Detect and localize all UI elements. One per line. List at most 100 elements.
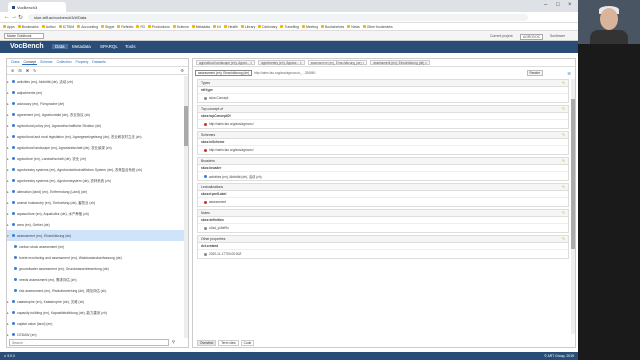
tree-node[interactable]: ▸ agricultural landscape (en), Agrarlands… [7, 142, 188, 153]
bookmark-item[interactable]: Apps [3, 25, 15, 29]
left-tab-scheme[interactable]: Scheme [39, 60, 53, 65]
nav-tools[interactable]: Tools [125, 44, 136, 49]
tree-node[interactable]: ▸ agricultural policy (en), Agrarwirtscha… [7, 120, 188, 131]
tree-node[interactable]: ▸ area (en), Gebiet (de) [7, 219, 188, 230]
bookmark-item[interactable]: Science [172, 25, 189, 29]
property-value[interactable]: http://aims.fao.org/aos/agrovoc/ [198, 146, 568, 154]
search-icon[interactable]: ⚲ [172, 339, 175, 344]
bookmark-item[interactable]: Travelling [280, 25, 299, 29]
tree-node[interactable]: ▸ agriculture (en), Landwirtschaft (de), … [7, 153, 188, 164]
delete-icon[interactable]: ✖ [26, 68, 29, 73]
bookmark-item[interactable]: Health [224, 25, 238, 29]
property-name[interactable]: skos:inScheme [198, 139, 568, 146]
forward-icon[interactable]: → [11, 14, 17, 20]
right-scrollbar[interactable] [571, 79, 575, 334]
left-tab-concept[interactable]: Concept [22, 60, 38, 65]
section-header[interactable]: Other properties ✎ [198, 236, 568, 243]
bookmark-item[interactable]: Bookshelves [321, 25, 344, 29]
tree-node[interactable]: forest monitoring and assessment (en), W… [7, 252, 188, 263]
section-header[interactable]: Lexicalizations ✎ [198, 184, 568, 191]
left-tab-property[interactable]: Property [74, 60, 89, 65]
property-name[interactable]: dct:created [198, 243, 568, 250]
tree-node[interactable]: ▸ agreement (en), Agrarkontakt (de), 农业协议… [7, 109, 188, 120]
close-tab-icon[interactable]: × [362, 61, 364, 65]
tree-node[interactable]: ▸ agroforestry systems (en), Agroforstwir… [7, 164, 188, 175]
section-header[interactable]: Top concept of ✎ [198, 106, 568, 113]
view-tab-term-view[interactable]: Term view [218, 340, 239, 346]
add-value-icon[interactable]: ✎ [562, 211, 565, 215]
section-header[interactable]: Notes ✎ [198, 210, 568, 217]
property-value[interactable]: 2020-11-17T00:00:00Z [198, 250, 568, 258]
resource-tab[interactable]: agroforestry (en), Agrarw... × [258, 60, 305, 65]
resource-tab[interactable]: agricultural landscape (en), Agrarl... × [196, 60, 256, 65]
tree-node[interactable]: ▸ alienation (land) (en), Entfremdung (La… [7, 186, 188, 197]
nav-data[interactable]: Data [52, 44, 68, 49]
add-value-icon[interactable]: ✎ [562, 159, 565, 163]
close-tab-icon[interactable]: × [424, 61, 427, 65]
section-header[interactable]: Types ✎ [198, 80, 568, 87]
nav-sparql[interactable]: SPARQL [100, 44, 118, 49]
close-tab-icon[interactable]: × [299, 61, 302, 65]
bookmark-item[interactable]: Productions [147, 25, 170, 29]
add-value-icon[interactable]: ✎ [562, 133, 565, 137]
url-input[interactable]: sloe.aiff.ac/vocbench3/#/Data [28, 14, 528, 21]
property-value[interactable]: c2ad_yc6ef9u [198, 224, 568, 232]
maximize-icon[interactable]: □ [556, 2, 560, 8]
tree-node[interactable]: ▸ catastrophe (en), Katastrophe (de), 灾难 … [7, 296, 188, 307]
right-scroll-thumb[interactable] [571, 99, 575, 249]
view-tab-overview[interactable]: Overview [197, 340, 217, 346]
project-select[interactable]: Maize Goldbook [4, 33, 44, 39]
section-header[interactable]: Schemes ✎ [198, 132, 568, 139]
tree-node[interactable]: ▸ CEDAW (en) [7, 329, 188, 338]
tree-node[interactable]: ▸ agricultural and rural legislation (en)… [7, 131, 188, 142]
bookmark-item[interactable]: Meeting [301, 25, 318, 29]
tree-node[interactable]: carbon stock assessment (en) [7, 241, 188, 252]
current-project-select[interactable]: AGROVOC [520, 34, 544, 40]
tree-node[interactable]: groundwater assessment (en), Grundwasser… [7, 263, 188, 274]
left-tab-datasets[interactable]: Datasets [91, 60, 106, 65]
property-value[interactable]: activities (en), Aktivität (de), 活动 (zh) [198, 172, 568, 180]
brand-logo[interactable]: VocBench [10, 43, 44, 50]
minimize-icon[interactable]: – [544, 2, 547, 8]
refresh-icon[interactable]: ↻ [33, 68, 36, 73]
bookmark-item[interactable]: HJ [212, 25, 221, 29]
settings-icon[interactable]: ⚙ [180, 68, 184, 73]
tree-node[interactable]: risk assessment (en), Risikobewertung (d… [7, 285, 188, 296]
close-tab-icon[interactable]: × [249, 61, 252, 65]
reload-icon[interactable]: ↻ [18, 14, 23, 21]
back-icon[interactable]: ← [4, 14, 10, 20]
bookmark-item[interactable]: Other bookmarks [362, 25, 393, 29]
bookmark-item[interactable]: Library [240, 25, 255, 29]
bookmark-item[interactable]: Accounting [77, 25, 98, 29]
left-tab-class[interactable]: Class [10, 60, 20, 65]
tree-node[interactable]: needs assessment (en), 需求评估 (zh) [7, 274, 188, 285]
property-name[interactable]: skos:definition [198, 217, 568, 224]
close-icon[interactable]: × [568, 2, 572, 8]
property-name[interactable]: rdf:type [198, 87, 568, 94]
tree-node[interactable]: ▸ aquaculture (en), Aquakultur (de), 水产养殖… [7, 208, 188, 219]
bookmark-item[interactable]: Author [41, 25, 56, 29]
add-value-icon[interactable]: ✎ [562, 107, 565, 111]
property-name[interactable]: skos:topConceptOf [198, 113, 568, 120]
bookmark-item[interactable]: Skype [100, 25, 114, 29]
bookmark-item[interactable]: Dictionary [258, 25, 277, 29]
bookmark-item[interactable]: Bookmarks [17, 25, 39, 29]
tree-node[interactable]: ▸ agroforestry systems (en), Agroforstsys… [7, 175, 188, 186]
resource-tab[interactable]: assessment (en), Einschätzung (de) × [307, 60, 368, 65]
tree-node[interactable]: ▸ capital value (land) (en) [7, 318, 188, 329]
bookmark-item[interactable]: ICTSIM [58, 25, 74, 29]
add-value-icon[interactable]: ✎ [562, 237, 565, 241]
add-value-icon[interactable]: ✎ [562, 185, 565, 189]
add-value-icon[interactable]: ✎ [562, 81, 565, 85]
tree-node[interactable]: ▸ adjustments (en) [7, 87, 188, 98]
resource-tab[interactable]: assessment (en), Einschätzung (de) × [370, 60, 431, 65]
property-value[interactable]: http://aims.fao.org/aos/agrovoc/ [198, 120, 568, 128]
search-input[interactable] [9, 339, 169, 346]
tree-node[interactable]: ▸ animal husbandry (en), Tierhaltung (de)… [7, 197, 188, 208]
section-header[interactable]: Broaders ✎ [198, 158, 568, 165]
property-value[interactable]: skos:Concept [198, 94, 568, 102]
bookmark-item[interactable]: R3 [136, 25, 145, 29]
bookmark-item[interactable]: Refinitiv [117, 25, 133, 29]
left-scroll-thumb[interactable] [184, 106, 188, 146]
bookmark-item[interactable]: News [347, 25, 360, 29]
